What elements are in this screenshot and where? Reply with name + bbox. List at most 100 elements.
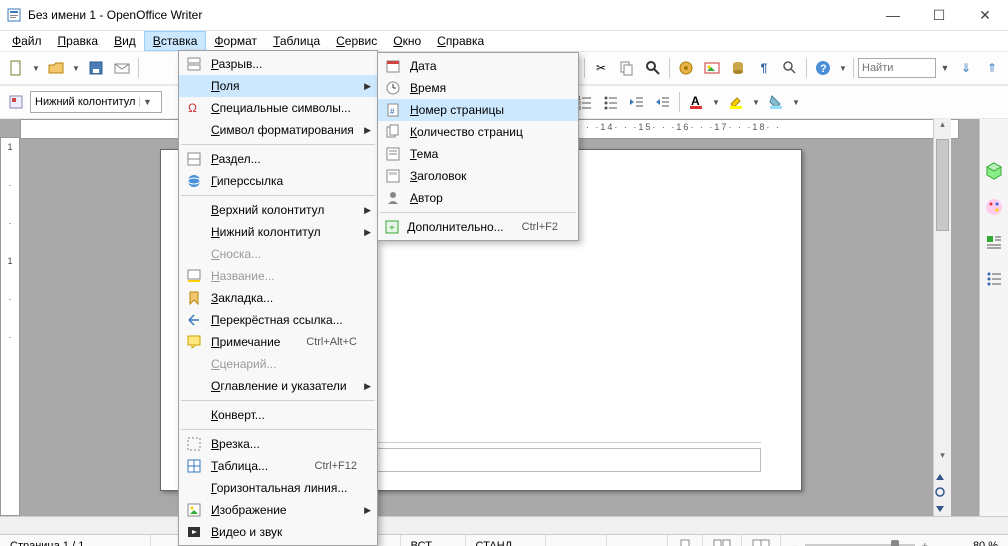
dropdown-arrow-icon[interactable]: ▼: [70, 56, 82, 80]
menu-item-оглавление-и-указатели[interactable]: Оглавление и указатели▶: [179, 375, 377, 397]
find-next-icon[interactable]: ⇑: [980, 56, 1004, 80]
bullet-list-icon[interactable]: [599, 90, 623, 114]
save-icon[interactable]: [84, 56, 108, 80]
menu-item-изображение[interactable]: Изображение▶: [179, 499, 377, 521]
blank-icon: [183, 404, 205, 426]
menu-item-нижний-колонтитул[interactable]: Нижний колонтитул▶: [179, 221, 377, 243]
find-dropdown-icon[interactable]: ▼: [938, 56, 952, 80]
blank-icon: [183, 221, 205, 243]
decrease-indent-icon[interactable]: [625, 90, 649, 114]
copy-icon[interactable]: [615, 56, 639, 80]
status-insert[interactable]: ВСТ: [401, 535, 466, 546]
menu-item-разрыв-[interactable]: Разрыв...: [179, 53, 377, 75]
submenu-arrow-icon: ▶: [364, 381, 371, 392]
sidebar-bullets-icon[interactable]: [982, 267, 1006, 291]
datasource-icon[interactable]: [726, 56, 750, 80]
vertical-ruler[interactable]: 1··1··: [0, 137, 20, 516]
time-icon: [382, 77, 404, 99]
blank-icon: [183, 199, 205, 221]
view-single-icon[interactable]: [668, 535, 703, 546]
paragraph-style-dropdown[interactable]: Нижний колонтитул▼: [30, 91, 162, 113]
fields-submenu-dropdown: ДатаВремя#Номер страницыКоличество стран…: [377, 52, 579, 241]
menu-вставка[interactable]: Вставка: [144, 31, 207, 51]
status-sig[interactable]: [607, 535, 668, 546]
sidebar-wrap-icon[interactable]: [982, 231, 1006, 255]
menu-item-горизонтальная-линия-[interactable]: Горизонтальная линия...: [179, 477, 377, 499]
menu-item-дополнительно-[interactable]: +Дополнительно...Ctrl+F2: [378, 216, 578, 238]
menu-item-время[interactable]: Время: [378, 77, 578, 99]
dropdown-arrow-icon[interactable]: ▼: [790, 90, 802, 114]
comment-icon: [183, 331, 205, 353]
menubar: ФайлПравкаВидВставкаФорматТаблицаСервисО…: [0, 31, 1008, 51]
status-sel[interactable]: [546, 535, 607, 546]
dropdown-arrow-icon[interactable]: ▼: [750, 90, 762, 114]
email-icon[interactable]: [110, 56, 134, 80]
menu-item-видео-и-звук[interactable]: Видео и звук: [179, 521, 377, 543]
status-page[interactable]: Страница 1 / 1: [0, 535, 151, 546]
nonprinting-icon[interactable]: ¶: [752, 56, 776, 80]
menu-item-номер-страницы[interactable]: #Номер страницы: [378, 99, 578, 121]
close-button[interactable]: ✕: [962, 0, 1008, 30]
menu-item-примечание[interactable]: ПримечаниеCtrl+Alt+C: [179, 331, 377, 353]
menu-вид[interactable]: Вид: [106, 32, 144, 50]
submenu-arrow-icon: ▶: [364, 125, 371, 136]
menu-item-дата[interactable]: Дата: [378, 55, 578, 77]
bg-color-icon[interactable]: [764, 90, 788, 114]
horizontal-scrollbar[interactable]: [0, 516, 1008, 534]
menu-item-закладка-[interactable]: Закладка...: [179, 287, 377, 309]
dropdown-arrow-icon[interactable]: ▼: [30, 56, 42, 80]
cut-icon[interactable]: ✂: [589, 56, 613, 80]
zoom-icon[interactable]: [778, 56, 802, 80]
menu-таблица[interactable]: Таблица: [265, 32, 328, 50]
find-input[interactable]: [858, 58, 936, 78]
menu-item-символ-форматирования[interactable]: Символ форматирования▶: [179, 119, 377, 141]
open-icon[interactable]: [44, 56, 68, 80]
highlight-icon[interactable]: [724, 90, 748, 114]
svg-text:?: ?: [820, 63, 827, 75]
menu-item-тема[interactable]: Тема: [378, 143, 578, 165]
dropdown-arrow-icon[interactable]: ▼: [710, 90, 722, 114]
maximize-button[interactable]: ☐: [916, 0, 962, 30]
minimize-button[interactable]: —: [870, 0, 916, 30]
menu-item-специальные-символы-[interactable]: ΩСпециальные символы...: [179, 97, 377, 119]
vertical-scrollbar[interactable]: ▴ ▾: [933, 119, 951, 516]
gallery-icon[interactable]: [700, 56, 724, 80]
menu-файл[interactable]: Файл: [4, 32, 50, 50]
menu-правка[interactable]: Правка: [50, 32, 107, 50]
find-icon[interactable]: [641, 56, 665, 80]
menu-item-поля[interactable]: Поля▶: [179, 75, 377, 97]
menu-справка[interactable]: Справка: [429, 32, 492, 50]
menu-item-верхний-колонтитул[interactable]: Верхний колонтитул▶: [179, 199, 377, 221]
navigator-icon[interactable]: [674, 56, 698, 80]
view-multi-icon[interactable]: [703, 535, 742, 546]
image-icon: [183, 499, 205, 521]
menu-сервис[interactable]: Сервис: [328, 32, 385, 50]
new-doc-icon[interactable]: [4, 56, 28, 80]
menu-item-гиперссылка[interactable]: Гиперссылка: [179, 170, 377, 192]
sidebar-cube-icon[interactable]: [982, 159, 1006, 183]
increase-indent-icon[interactable]: [651, 90, 675, 114]
app-icon: [6, 7, 22, 23]
menu-item-раздел-[interactable]: Раздел...: [179, 148, 377, 170]
menu-item-врезка-[interactable]: Врезка...: [179, 433, 377, 455]
sidebar-paint-icon[interactable]: [982, 195, 1006, 219]
menu-item-перекр-стная-ссылка-[interactable]: Перекрёстная ссылка...: [179, 309, 377, 331]
zoom-slider[interactable]: − +: [781, 535, 938, 546]
help-icon[interactable]: ?: [811, 56, 835, 80]
font-color-icon[interactable]: A: [684, 90, 708, 114]
menu-item-конверт-[interactable]: Конверт...: [179, 404, 377, 426]
menu-формат[interactable]: Формат: [206, 32, 265, 50]
find-prev-icon[interactable]: ⇓: [954, 56, 978, 80]
styles-icon[interactable]: [4, 90, 28, 114]
menu-окно[interactable]: Окно: [385, 32, 429, 50]
blank-icon: [183, 243, 205, 265]
menu-item-таблица-[interactable]: Таблица...Ctrl+F12: [179, 455, 377, 477]
zoom-level[interactable]: 80 %: [938, 535, 1008, 546]
dropdown-arrow-icon[interactable]: ▼: [837, 56, 849, 80]
menu-item-заголовок[interactable]: Заголовок: [378, 165, 578, 187]
status-mode[interactable]: СТАНД: [466, 535, 547, 546]
menu-item-количество-страниц[interactable]: Количество страниц: [378, 121, 578, 143]
menu-item-автор[interactable]: Автор: [378, 187, 578, 209]
view-book-icon[interactable]: [742, 535, 781, 546]
author-icon: [382, 187, 404, 209]
